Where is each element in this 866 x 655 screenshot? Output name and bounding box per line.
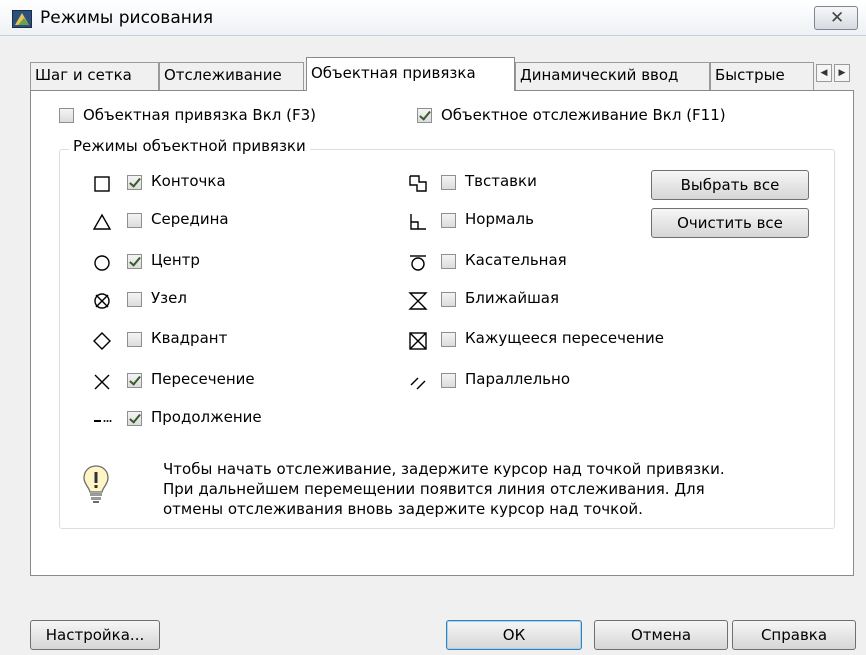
node-label: Узел: [151, 289, 187, 307]
tab-quick-properties[interactable]: Быстрые: [710, 62, 814, 90]
intersection-checkbox[interactable]: [127, 373, 142, 388]
apparent-intersection-icon: [409, 332, 427, 350]
extension-label: Продолжение: [151, 408, 262, 426]
quadrant-checkbox[interactable]: [127, 332, 142, 347]
parallel-icon: [410, 377, 426, 390]
apparent-intersection-label: Кажущееся пересечение: [465, 329, 664, 347]
midpoint-label: Середина: [151, 210, 229, 228]
tab-scroll-left-icon[interactable]: ◀: [816, 64, 832, 82]
midpoint-checkbox[interactable]: [127, 213, 142, 228]
tangent-icon: [410, 255, 426, 271]
ok-button[interactable]: ОК: [446, 620, 582, 650]
hint-line-2: При дальнейшем перемещении появится лини…: [163, 480, 705, 498]
tab-object-snap[interactable]: Объектная привязка: [306, 57, 515, 91]
perpendicular-label: Нормаль: [465, 210, 534, 228]
object-snap-panel: Объектная привязка Вкл (F3) Объектное от…: [30, 90, 854, 576]
app-icon: [12, 10, 32, 28]
endpoint-label: Конточка: [151, 172, 226, 190]
parallel-label: Параллельно: [465, 370, 570, 388]
midpoint-triangle-icon: [92, 213, 112, 230]
snap-modes-group-title: Режимы объектной привязки: [69, 137, 310, 155]
object-snap-on-label: Объектная привязка Вкл (F3): [83, 106, 316, 124]
center-label: Центр: [151, 251, 200, 269]
window-title: Режимы рисования: [40, 8, 214, 28]
perpendicular-icon: [410, 214, 426, 230]
nearest-icon: [408, 292, 428, 310]
intersection-label: Пересечение: [151, 370, 255, 388]
tangent-label: Касательная: [465, 251, 567, 269]
insertion-icon: [409, 175, 427, 192]
tab-strip: Шаг и сетка Отслеживание Объектная привя…: [30, 57, 854, 91]
nearest-label: Ближайшая: [465, 289, 560, 307]
clear-all-button[interactable]: Очистить все: [651, 208, 809, 238]
tab-snap-grid[interactable]: Шаг и сетка: [30, 62, 159, 90]
quadrant-diamond-icon: [93, 332, 111, 350]
insertion-label: Твставки: [465, 172, 537, 190]
close-button[interactable]: ✕: [814, 6, 858, 30]
title-bar: Режимы рисования ✕: [0, 0, 866, 36]
center-circle-icon: [94, 255, 110, 271]
perpendicular-checkbox[interactable]: [441, 213, 456, 228]
lightbulb-icon: [83, 465, 109, 503]
tangent-checkbox[interactable]: [441, 254, 456, 269]
node-checkbox[interactable]: [127, 292, 142, 307]
select-all-button[interactable]: Выбрать все: [651, 170, 809, 200]
close-icon: ✕: [830, 8, 845, 28]
tab-polar-tracking[interactable]: Отслеживание: [159, 62, 304, 90]
object-tracking-on-label: Объектное отслеживание Вкл (F11): [441, 106, 726, 124]
tab-scroll-right-icon[interactable]: ▶: [834, 64, 850, 82]
cancel-button[interactable]: Отмена: [594, 620, 728, 650]
node-icon: [94, 293, 110, 309]
intersection-x-icon: [94, 374, 110, 390]
parallel-checkbox[interactable]: [441, 373, 456, 388]
tab-dynamic-input[interactable]: Динамический ввод: [515, 62, 710, 90]
hint-line-1: Чтобы начать отслеживание, задержите кур…: [163, 460, 725, 478]
insertion-checkbox[interactable]: [441, 175, 456, 190]
options-button[interactable]: Настройка...: [30, 620, 160, 650]
extension-checkbox[interactable]: [127, 411, 142, 426]
hint-line-3: отмены отслеживания вновь задержите курс…: [163, 500, 643, 518]
object-snap-on-checkbox[interactable]: [59, 108, 74, 123]
endpoint-checkbox[interactable]: [127, 175, 142, 190]
help-button[interactable]: Справка: [732, 620, 856, 650]
endpoint-square-icon: [94, 176, 110, 192]
object-tracking-on-checkbox[interactable]: [417, 108, 432, 123]
extension-icon: [94, 420, 112, 422]
apparent-intersection-checkbox[interactable]: [441, 332, 456, 347]
quadrant-label: Квадрант: [151, 329, 228, 347]
center-checkbox[interactable]: [127, 254, 142, 269]
tracking-hint: Чтобы начать отслеживание, задержите кур…: [163, 459, 823, 519]
nearest-checkbox[interactable]: [441, 292, 456, 307]
